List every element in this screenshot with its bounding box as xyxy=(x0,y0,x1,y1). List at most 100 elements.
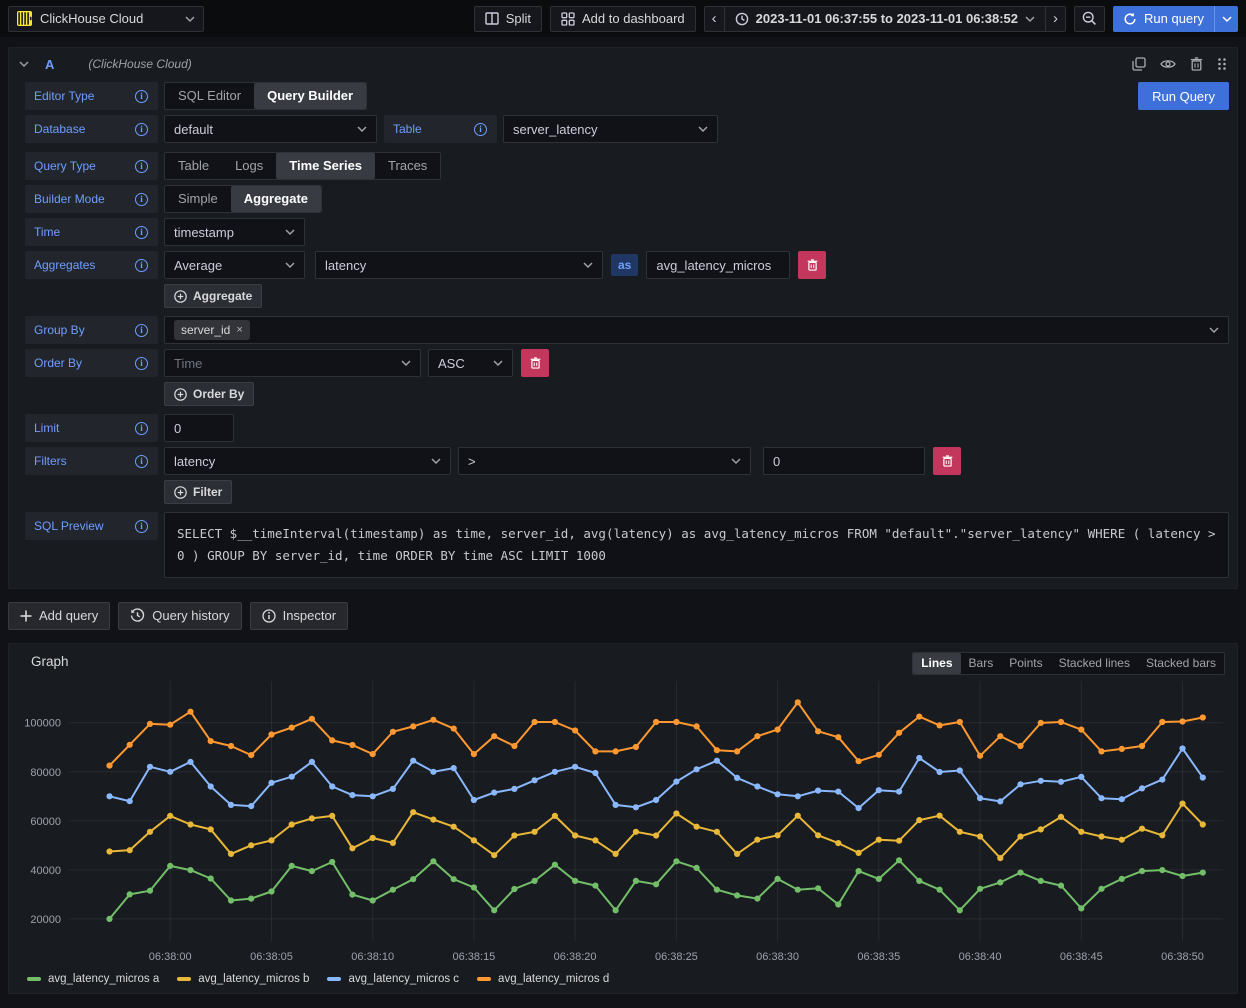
svg-text:06:38:40: 06:38:40 xyxy=(959,951,1002,963)
collapse-chevron-icon[interactable] xyxy=(19,61,29,67)
datasource-name: ClickHouse Cloud xyxy=(40,11,143,26)
svg-text:60000: 60000 xyxy=(30,816,61,828)
split-button[interactable]: Split xyxy=(474,6,542,32)
aggregate-alias-input[interactable]: avg_latency_micros xyxy=(646,251,790,279)
run-query-label: Run query xyxy=(1144,11,1204,26)
group-by-label: Group By xyxy=(25,316,158,344)
group-by-multiselect[interactable]: server_id xyxy=(164,316,1229,344)
table-label: Table xyxy=(384,115,497,143)
svg-text:20000: 20000 xyxy=(30,914,61,926)
info-icon xyxy=(135,226,148,239)
apps-icon xyxy=(561,12,575,26)
as-keyword-badge: as xyxy=(611,254,638,276)
filter-value-input[interactable]: 0 xyxy=(763,447,925,475)
legend-swatch xyxy=(177,977,191,981)
filter-column-select[interactable]: latency xyxy=(164,447,451,475)
add-to-dashboard-button[interactable]: Add to dashboard xyxy=(550,6,696,32)
graph-style-points[interactable]: Points xyxy=(1001,653,1050,674)
hide-query-eye-icon[interactable] xyxy=(1160,58,1176,70)
query-ref-id[interactable]: A xyxy=(45,57,54,72)
run-query-dropdown[interactable] xyxy=(1214,6,1238,32)
split-label: Split xyxy=(506,11,531,26)
graph-style-stacked-bars[interactable]: Stacked bars xyxy=(1138,653,1224,674)
filter-operator-select[interactable]: > xyxy=(458,447,751,475)
graph-style-group: Lines Bars Points Stacked lines Stacked … xyxy=(912,652,1225,675)
legend-swatch xyxy=(327,977,341,981)
info-icon xyxy=(474,123,487,136)
group-by-tag[interactable]: server_id xyxy=(174,320,250,340)
remove-tag-icon[interactable] xyxy=(236,324,242,336)
search-minus-icon xyxy=(1082,11,1097,26)
database-select[interactable]: default xyxy=(164,115,377,143)
builder-mode-simple[interactable]: Simple xyxy=(165,186,231,212)
run-query-button[interactable]: Run query xyxy=(1113,11,1214,26)
legend-item-c[interactable]: avg_latency_micros c xyxy=(327,973,459,985)
remove-aggregate-button[interactable] xyxy=(798,251,826,279)
time-picker-group: ‹ 2023-11-01 06:37:55 to 2023-11-01 06:3… xyxy=(704,6,1066,32)
time-range-button[interactable]: 2023-11-01 06:37:55 to 2023-11-01 06:38:… xyxy=(724,6,1046,32)
inspector-button[interactable]: Inspector xyxy=(250,602,348,630)
order-by-column-select[interactable]: Time xyxy=(164,349,421,377)
svg-text:06:38:15: 06:38:15 xyxy=(452,951,495,963)
add-order-by-button[interactable]: Order By xyxy=(164,382,254,406)
time-range-label: 2023-11-01 06:37:55 to 2023-11-01 06:38:… xyxy=(756,11,1018,26)
clock-icon xyxy=(735,12,749,26)
time-back-button[interactable]: ‹ xyxy=(704,6,725,32)
editor-type-sql-editor[interactable]: SQL Editor xyxy=(165,83,254,109)
sql-preview-code: SELECT $__timeInterval(timestamp) as tim… xyxy=(164,512,1229,578)
legend-item-b[interactable]: avg_latency_micros b xyxy=(177,973,309,985)
graph-style-bars[interactable]: Bars xyxy=(961,653,1002,674)
run-query-editor-button[interactable]: Run Query xyxy=(1138,82,1229,110)
editor-type-query-builder[interactable]: Query Builder xyxy=(254,83,366,109)
graph-style-lines[interactable]: Lines xyxy=(913,653,960,674)
query-history-button[interactable]: Query history xyxy=(118,602,241,630)
limit-input[interactable]: 0 xyxy=(164,414,234,442)
aggregate-column-select[interactable]: latency xyxy=(315,251,603,279)
filters-label: Filters xyxy=(25,447,158,475)
time-forward-button[interactable]: › xyxy=(1045,6,1066,32)
editor-type-label: Editor Type xyxy=(25,82,158,110)
builder-mode-aggregate[interactable]: Aggregate xyxy=(231,186,321,212)
limit-label: Limit xyxy=(25,414,158,442)
legend-item-d[interactable]: avg_latency_micros d xyxy=(477,973,609,985)
sync-icon xyxy=(1123,12,1137,26)
graph-panel: Graph Lines Bars Points Stacked lines St… xyxy=(8,643,1238,994)
query-editor-panel: A (ClickHouse Cloud) Editor Type SQL Ed xyxy=(8,47,1238,589)
chevron-down-icon xyxy=(185,16,195,22)
svg-text:06:38:45: 06:38:45 xyxy=(1060,951,1103,963)
remove-filter-button[interactable] xyxy=(933,447,961,475)
time-column-select[interactable]: timestamp xyxy=(164,218,305,246)
info-icon xyxy=(135,160,148,173)
angle-right-icon: › xyxy=(1053,11,1058,26)
query-builder-body: Editor Type SQL Editor Query Builder Run… xyxy=(9,80,1237,578)
query-type-traces[interactable]: Traces xyxy=(375,153,440,179)
drag-handle-icon[interactable] xyxy=(1217,57,1227,71)
add-aggregate-button[interactable]: Aggregate xyxy=(164,284,262,308)
top-nav: ClickHouse Cloud Split Add to dashboard … xyxy=(0,0,1246,37)
svg-text:100000: 100000 xyxy=(24,717,61,729)
info-icon xyxy=(135,324,148,337)
add-query-button[interactable]: Add query xyxy=(8,602,110,630)
svg-text:06:38:30: 06:38:30 xyxy=(756,951,799,963)
info-icon xyxy=(135,357,148,370)
query-type-time-series[interactable]: Time Series xyxy=(276,153,375,179)
split-icon xyxy=(485,12,499,25)
remove-order-by-button[interactable] xyxy=(521,349,549,377)
query-type-logs[interactable]: Logs xyxy=(222,153,276,179)
zoom-out-button[interactable] xyxy=(1074,6,1105,32)
info-icon xyxy=(135,520,148,533)
datasource-picker[interactable]: ClickHouse Cloud xyxy=(8,6,204,32)
table-select[interactable]: server_latency xyxy=(503,115,718,143)
svg-text:40000: 40000 xyxy=(30,865,61,877)
legend-item-a[interactable]: avg_latency_micros a xyxy=(27,973,159,985)
add-filter-button[interactable]: Filter xyxy=(164,480,232,504)
svg-text:06:38:50: 06:38:50 xyxy=(1161,951,1204,963)
query-datasource-hint: (ClickHouse Cloud) xyxy=(88,57,191,71)
time-series-chart[interactable]: 2000040000600008000010000006:38:0006:38:… xyxy=(17,671,1231,971)
delete-query-trash-icon[interactable] xyxy=(1190,57,1203,71)
graph-style-stacked-lines[interactable]: Stacked lines xyxy=(1051,653,1138,674)
query-type-table[interactable]: Table xyxy=(165,153,222,179)
order-direction-select[interactable]: ASC xyxy=(428,349,513,377)
duplicate-query-icon[interactable] xyxy=(1132,57,1146,71)
aggregate-function-select[interactable]: Average xyxy=(164,251,305,279)
